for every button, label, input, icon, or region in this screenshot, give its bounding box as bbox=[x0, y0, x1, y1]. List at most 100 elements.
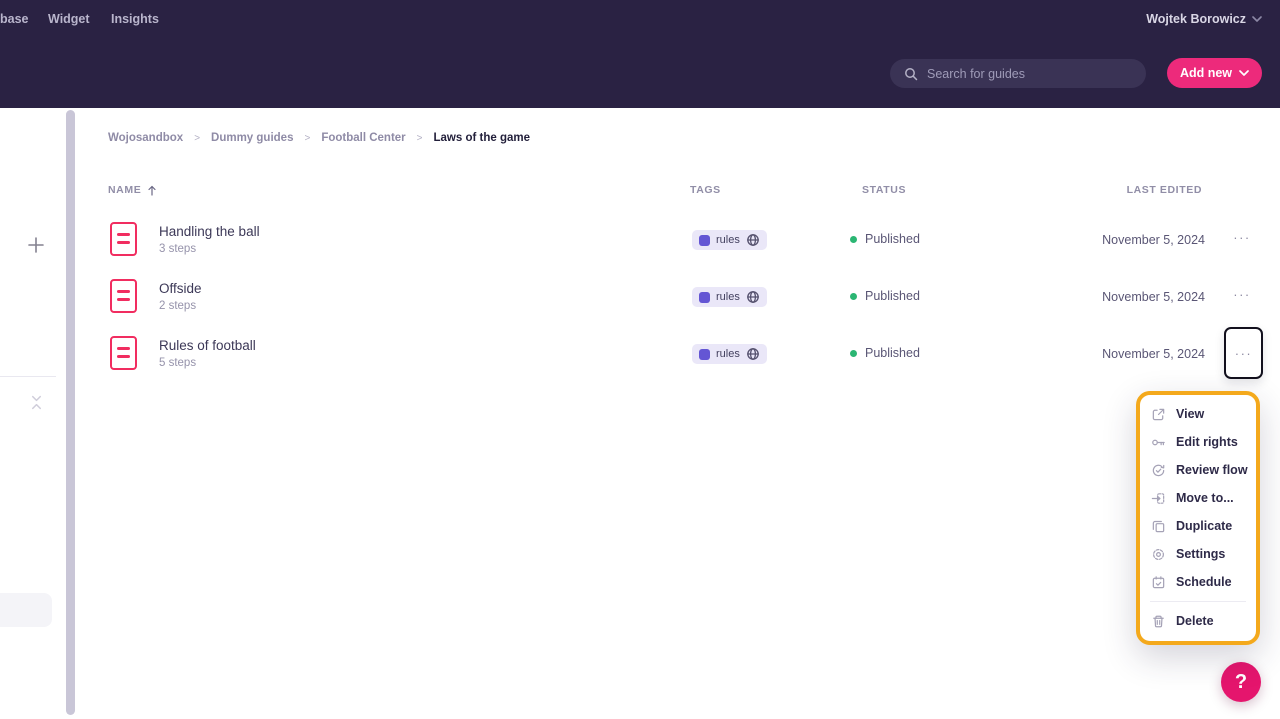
column-name-label: NAME bbox=[108, 184, 141, 196]
last-edited-date: November 5, 2024 bbox=[1102, 233, 1205, 247]
row-actions-menu-button[interactable]: ··· bbox=[1228, 223, 1256, 251]
guide-steps-count: 2 steps bbox=[159, 300, 196, 312]
guide-title: Offside bbox=[159, 281, 202, 296]
menu-item-label: Duplicate bbox=[1176, 519, 1232, 533]
menu-item-label: Schedule bbox=[1176, 575, 1232, 589]
search-input[interactable] bbox=[927, 67, 1117, 81]
user-name: Wojtek Borowicz bbox=[1146, 12, 1246, 26]
sort-ascending-icon bbox=[148, 185, 156, 196]
chevron-down-icon bbox=[1252, 16, 1262, 22]
calendar-check-icon bbox=[1151, 575, 1166, 590]
status-cell: Published bbox=[850, 346, 920, 360]
tag-label: rules bbox=[716, 234, 740, 246]
table-row[interactable]: Rules of football 5 steps rules Publishe… bbox=[76, 325, 1280, 382]
tag-chip[interactable]: rules bbox=[692, 344, 767, 364]
menu-item-schedule[interactable]: Schedule bbox=[1140, 568, 1256, 596]
column-header-name[interactable]: NAME bbox=[108, 184, 156, 196]
left-sidebar bbox=[0, 108, 64, 719]
tag-chip[interactable]: rules bbox=[692, 287, 767, 307]
nav-item-insights[interactable]: Insights bbox=[111, 12, 159, 26]
guide-steps-count: 3 steps bbox=[159, 243, 196, 255]
row-actions-menu-button-focused[interactable]: ··· bbox=[1224, 327, 1263, 379]
add-new-label: Add new bbox=[1180, 66, 1232, 80]
published-status-dot bbox=[850, 236, 857, 243]
status-cell: Published bbox=[850, 232, 920, 246]
status-label: Published bbox=[865, 289, 920, 303]
menu-item-label: Delete bbox=[1176, 614, 1214, 628]
review-flow-icon bbox=[1151, 463, 1166, 478]
breadcrumb-separator: > bbox=[304, 133, 310, 144]
move-to-icon bbox=[1151, 491, 1166, 506]
guide-search[interactable] bbox=[890, 59, 1146, 88]
published-status-dot bbox=[850, 350, 857, 357]
guide-document-icon bbox=[110, 336, 137, 370]
collapse-sidebar-button[interactable] bbox=[29, 395, 44, 410]
external-link-icon bbox=[1151, 407, 1166, 422]
breadcrumb-item-subfolder[interactable]: Football Center bbox=[321, 132, 405, 144]
menu-item-duplicate[interactable]: Duplicate bbox=[1140, 512, 1256, 540]
collapse-icon bbox=[29, 395, 44, 410]
last-edited-date: November 5, 2024 bbox=[1102, 347, 1205, 361]
duplicate-icon bbox=[1151, 519, 1166, 534]
status-label: Published bbox=[865, 232, 920, 246]
guide-title: Rules of football bbox=[159, 338, 256, 353]
gear-icon bbox=[1151, 547, 1166, 562]
vertical-scrollbar[interactable] bbox=[66, 110, 75, 715]
user-menu[interactable]: Wojtek Borowicz bbox=[1146, 12, 1262, 26]
menu-item-label: Review flow bbox=[1176, 463, 1248, 477]
menu-item-review-flow[interactable]: Review flow bbox=[1140, 456, 1256, 484]
globe-icon bbox=[746, 290, 760, 304]
breadcrumb-separator: > bbox=[194, 133, 200, 144]
breadcrumb-item-folder[interactable]: Dummy guides bbox=[211, 132, 293, 144]
column-header-status[interactable]: STATUS bbox=[862, 184, 906, 196]
key-icon bbox=[1151, 435, 1166, 450]
search-icon bbox=[904, 67, 918, 81]
menu-item-label: Move to... bbox=[1176, 491, 1234, 505]
table-row[interactable]: Offside 2 steps rules Published November… bbox=[76, 268, 1280, 325]
column-header-tags[interactable]: TAGS bbox=[690, 184, 721, 196]
menu-item-label: View bbox=[1176, 407, 1204, 421]
menu-divider bbox=[1150, 601, 1246, 602]
tag-label: rules bbox=[716, 348, 740, 360]
status-label: Published bbox=[865, 346, 920, 360]
globe-icon bbox=[746, 347, 760, 361]
top-header: base Widget Insights Wojtek Borowicz Add… bbox=[0, 0, 1280, 108]
menu-item-view[interactable]: View bbox=[1140, 400, 1256, 428]
row-context-menu: View Edit rights Review flow bbox=[1136, 391, 1260, 645]
menu-item-delete[interactable]: Delete bbox=[1140, 607, 1256, 635]
breadcrumb: Wojosandbox > Dummy guides > Football Ce… bbox=[108, 132, 530, 144]
help-button[interactable]: ? bbox=[1221, 662, 1261, 702]
menu-item-settings[interactable]: Settings bbox=[1140, 540, 1256, 568]
tag-chip[interactable]: rules bbox=[692, 230, 767, 250]
published-status-dot bbox=[850, 293, 857, 300]
tag-color-swatch bbox=[699, 349, 710, 360]
column-header-last-edited[interactable]: LAST EDITED bbox=[1127, 184, 1202, 196]
nav-item-widget[interactable]: Widget bbox=[48, 12, 90, 26]
row-actions-menu-button[interactable]: ··· bbox=[1228, 280, 1256, 308]
menu-item-edit-rights[interactable]: Edit rights bbox=[1140, 428, 1256, 456]
menu-item-label: Settings bbox=[1176, 547, 1225, 561]
add-new-button[interactable]: Add new bbox=[1167, 58, 1262, 88]
guide-document-icon bbox=[110, 222, 137, 256]
menu-item-label: Edit rights bbox=[1176, 435, 1238, 449]
tag-label: rules bbox=[716, 291, 740, 303]
breadcrumb-separator: > bbox=[417, 133, 423, 144]
tag-color-swatch bbox=[699, 292, 710, 303]
sidebar-selected-item[interactable] bbox=[0, 593, 52, 627]
table-row[interactable]: Handling the ball 3 steps rules Publishe… bbox=[76, 211, 1280, 268]
guide-document-icon bbox=[110, 279, 137, 313]
sidebar-divider bbox=[0, 376, 56, 377]
status-cell: Published bbox=[850, 289, 920, 303]
breadcrumb-item-workspace[interactable]: Wojosandbox bbox=[108, 132, 183, 144]
plus-icon bbox=[27, 236, 45, 254]
add-guide-button[interactable] bbox=[27, 236, 45, 254]
trash-icon bbox=[1151, 614, 1166, 629]
breadcrumb-current: Laws of the game bbox=[434, 132, 531, 144]
tag-color-swatch bbox=[699, 235, 710, 246]
menu-item-move-to[interactable]: Move to... bbox=[1140, 484, 1256, 512]
nav-item-knowledge-base[interactable]: base bbox=[0, 12, 29, 26]
last-edited-date: November 5, 2024 bbox=[1102, 290, 1205, 304]
guide-steps-count: 5 steps bbox=[159, 357, 196, 369]
app-root: base Widget Insights Wojtek Borowicz Add… bbox=[0, 0, 1280, 719]
chevron-down-icon bbox=[1239, 70, 1249, 76]
